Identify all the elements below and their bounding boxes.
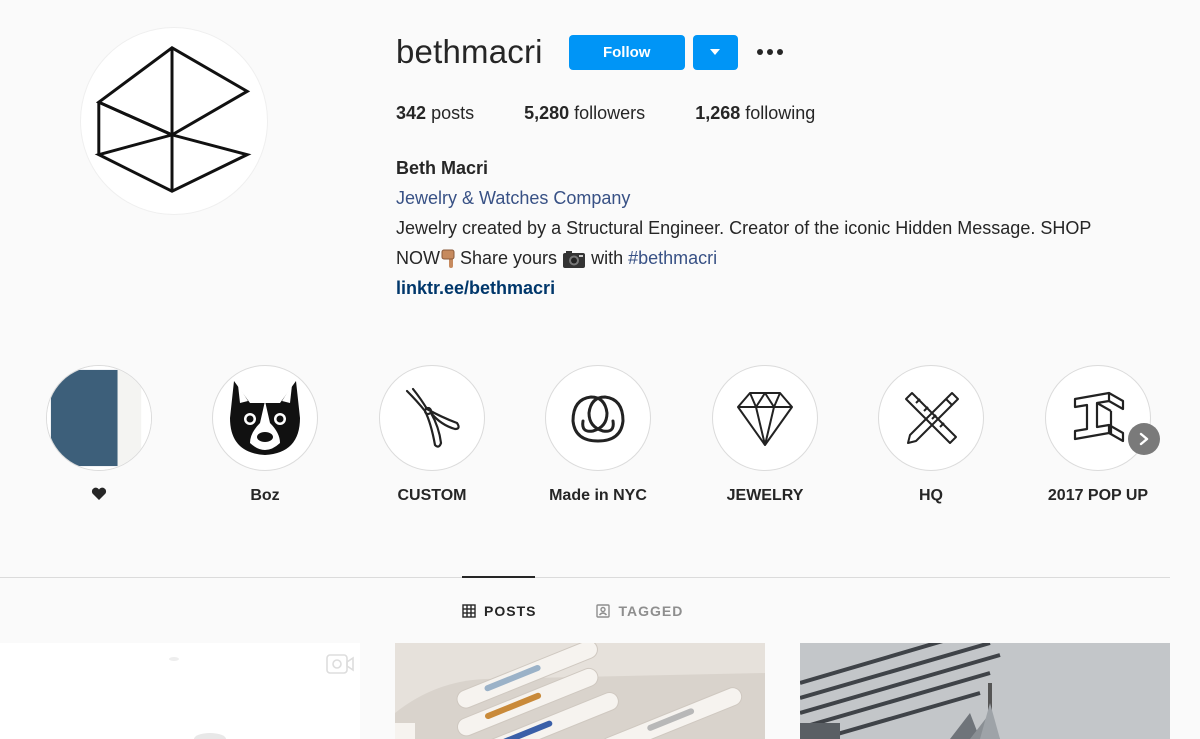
highlight-cover — [712, 365, 818, 471]
posts-stat-label: posts — [431, 103, 475, 123]
active-tab-indicator — [462, 576, 535, 578]
tab-tagged[interactable]: TAGGED — [596, 600, 683, 622]
post-image-1 — [0, 643, 360, 739]
highlights-next-button[interactable] — [1128, 423, 1160, 455]
post-thumbnail[interactable] — [0, 643, 360, 739]
highlight-hq[interactable]: HQ — [861, 365, 1001, 507]
post-thumbnail[interactable] — [395, 643, 765, 739]
follow-button[interactable]: Follow — [568, 34, 685, 70]
posts-stat: 342 posts — [396, 103, 474, 124]
following-count: 1,268 — [695, 103, 741, 123]
highlight-label: 2017 POP UP — [1047, 487, 1149, 504]
post-image-3 — [800, 643, 1170, 739]
bio-line-2: NOW Share yours with #bethmacri — [396, 243, 1176, 273]
bio-hashtag-link[interactable]: #bethmacri — [628, 248, 717, 268]
tab-posts[interactable]: POSTS — [462, 600, 536, 622]
story-highlights: Boz CUSTOM Made in NYC JEWELRY HQ 2017 P… — [46, 365, 1166, 515]
profile-bio: Beth Macri Jewelry & Watches Company Jew… — [396, 153, 1176, 303]
highlight-custom[interactable]: CUSTOM — [362, 365, 502, 507]
more-dots-icon — [756, 49, 783, 55]
posts-count: 342 — [396, 103, 427, 123]
highlight-label: JEWELRY — [726, 487, 804, 504]
highlight-cover — [379, 365, 485, 471]
highlight-jewelry[interactable]: JEWELRY — [695, 365, 835, 507]
pliers-icon — [405, 387, 460, 448]
bethmacri-logo-icon — [94, 46, 252, 193]
pointing-down-hand-icon — [441, 249, 455, 269]
profile-category: Jewelry & Watches Company — [396, 188, 631, 208]
followers-count: 5,280 — [524, 103, 570, 123]
video-icon — [326, 654, 354, 674]
highlight-heart[interactable] — [29, 365, 169, 507]
denim-swatch-icon — [47, 366, 151, 470]
bio-line-1: Jewelry created by a Structural Engineer… — [396, 218, 1092, 238]
following-stat-label: following — [745, 103, 816, 123]
profile-stats: 342 posts 5,280 followers 1,268 followin… — [396, 103, 865, 124]
profile-avatar[interactable] — [80, 27, 268, 215]
more-options-button[interactable] — [754, 35, 786, 70]
caret-down-icon — [710, 49, 721, 55]
boston-terrier-icon — [230, 381, 300, 455]
bio-external-link[interactable]: linktr.ee/bethmacri — [396, 273, 1176, 303]
highlight-label: Boz — [250, 487, 280, 504]
highlight-label: CUSTOM — [397, 487, 467, 504]
tab-posts-label: POSTS — [484, 603, 537, 619]
suggested-accounts-button[interactable] — [692, 34, 738, 70]
highlight-cover — [545, 365, 651, 471]
following-stat[interactable]: 1,268 following — [695, 103, 815, 124]
highlight-label: HQ — [919, 487, 943, 504]
bio-share-text: Share yours — [460, 248, 558, 268]
heart-icon — [91, 487, 107, 500]
steel-beam-icon — [1073, 391, 1125, 443]
bio-now-text: NOW — [396, 248, 440, 268]
diamond-icon — [737, 392, 793, 446]
highlight-boz[interactable]: Boz — [195, 365, 335, 507]
grid-icon — [462, 604, 476, 618]
highlight-cover — [878, 365, 984, 471]
highlight-label: Made in NYC — [549, 487, 647, 504]
chevron-right-icon — [1139, 432, 1149, 446]
pretzel-icon — [571, 395, 625, 443]
tagged-user-icon — [596, 604, 611, 618]
highlight-made-in-nyc[interactable]: Made in NYC — [528, 365, 668, 507]
highlight-cover — [212, 365, 318, 471]
highlight-label — [91, 487, 107, 507]
profile-tabs: POSTS TAGGED — [462, 600, 683, 622]
followers-stat[interactable]: 5,280 followers — [524, 103, 645, 124]
camera-icon — [563, 251, 586, 269]
post-thumbnail[interactable] — [800, 643, 1170, 739]
profile-header: bethmacri Follow — [396, 32, 786, 72]
ruler-pencil-icon — [905, 392, 959, 444]
tabs-divider — [0, 577, 1170, 578]
tab-tagged-label: TAGGED — [618, 603, 684, 619]
post-image-2 — [395, 643, 765, 739]
followers-stat-label: followers — [574, 103, 646, 123]
highlight-cover — [46, 365, 152, 471]
bio-with-text: with — [591, 248, 624, 268]
profile-full-name: Beth Macri — [396, 158, 489, 178]
highlight-cover — [1045, 365, 1151, 471]
profile-username: bethmacri — [396, 33, 543, 70]
